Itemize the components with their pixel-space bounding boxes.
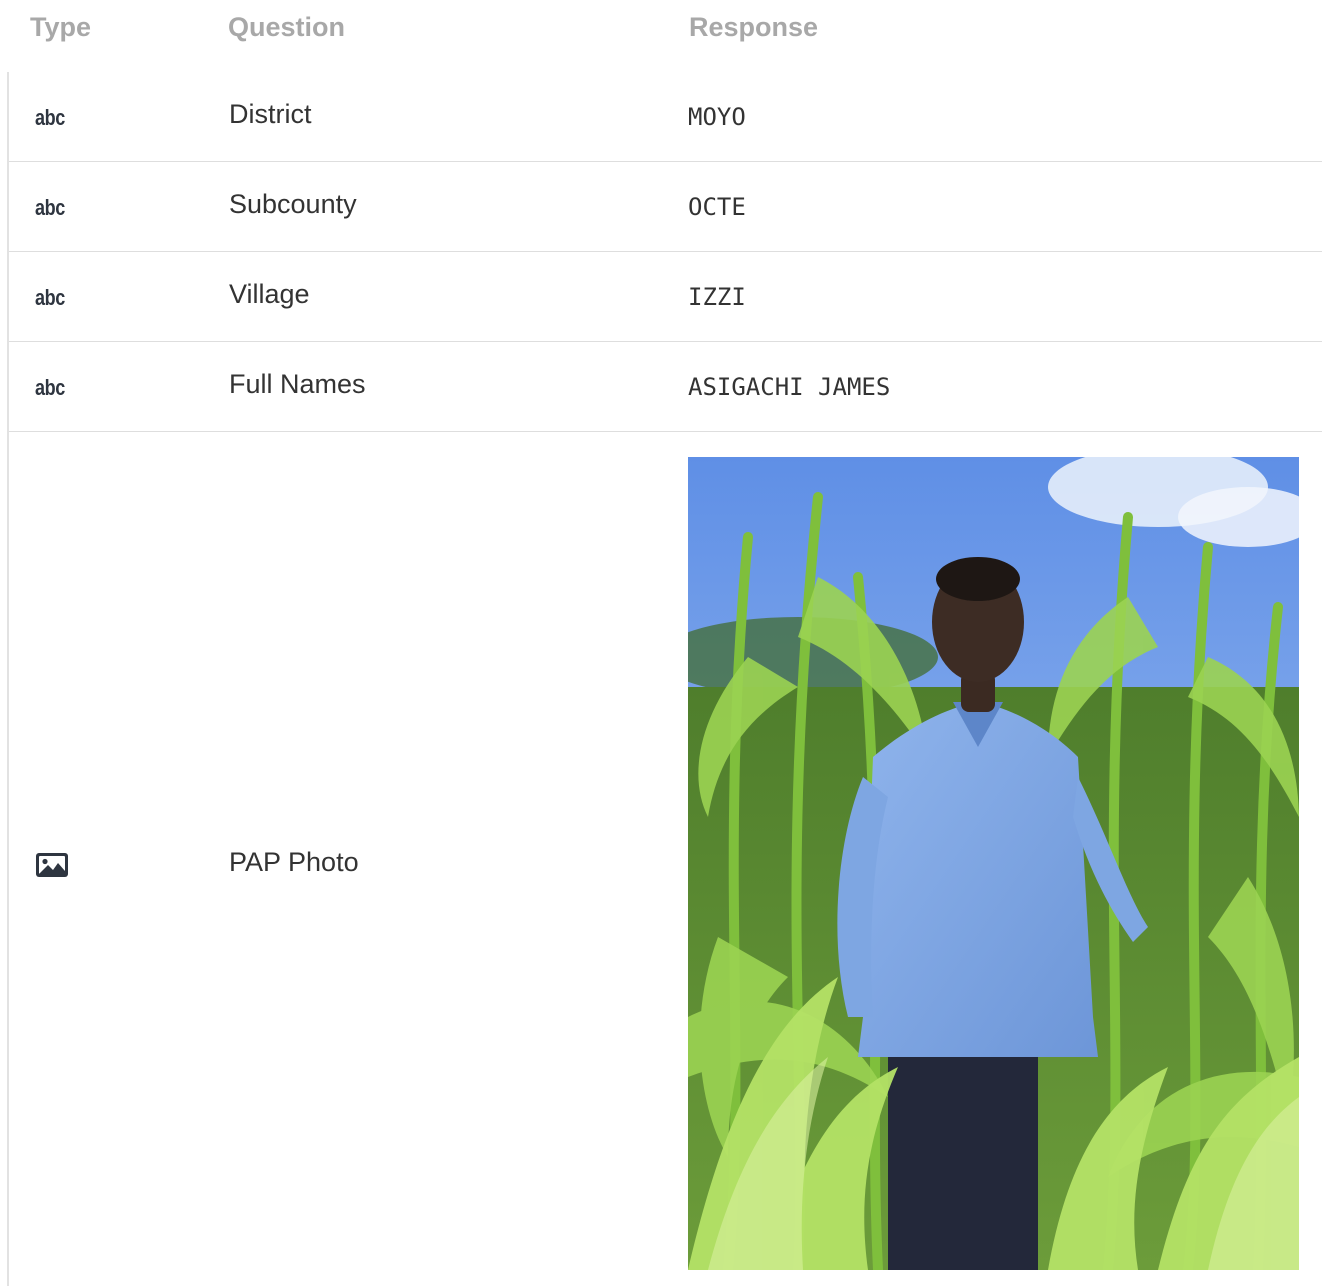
- table-row-pap-photo: PAP Photo: [9, 432, 1322, 1286]
- column-header-question: Question: [228, 12, 346, 42]
- table-row-village: abc Village IZZI: [9, 252, 1322, 342]
- response-value: ASIGACHI JAMES: [688, 373, 891, 401]
- question-label: Full Names: [229, 369, 366, 399]
- text-type-icon: abc: [35, 195, 65, 220]
- text-type-icon: abc: [35, 285, 65, 310]
- response-value: MOYO: [688, 103, 746, 131]
- column-header-response: Response: [689, 12, 819, 42]
- response-value: OCTE: [688, 193, 746, 221]
- image-icon: [36, 853, 68, 877]
- photo-illustration: [688, 457, 1299, 1270]
- question-label: PAP Photo: [229, 847, 359, 877]
- text-type-icon: abc: [35, 375, 65, 400]
- table-row-district: abc District MOYO: [9, 72, 1322, 162]
- pap-photo[interactable]: [688, 457, 1299, 1270]
- text-type-icon: abc: [35, 105, 65, 130]
- question-label: Subcounty: [229, 189, 357, 219]
- table-row-subcounty: abc Subcounty OCTE: [9, 162, 1322, 252]
- responses-table: abc District MOYO abc Subcounty OCTE abc…: [9, 72, 1322, 1286]
- column-header-type: Type: [30, 12, 92, 42]
- table-row-full-names: abc Full Names ASIGACHI JAMES: [9, 342, 1322, 432]
- question-label: District: [229, 99, 312, 129]
- table-header: Type Question Response: [0, 0, 1322, 72]
- question-label: Village: [229, 279, 310, 309]
- response-value: IZZI: [688, 283, 746, 311]
